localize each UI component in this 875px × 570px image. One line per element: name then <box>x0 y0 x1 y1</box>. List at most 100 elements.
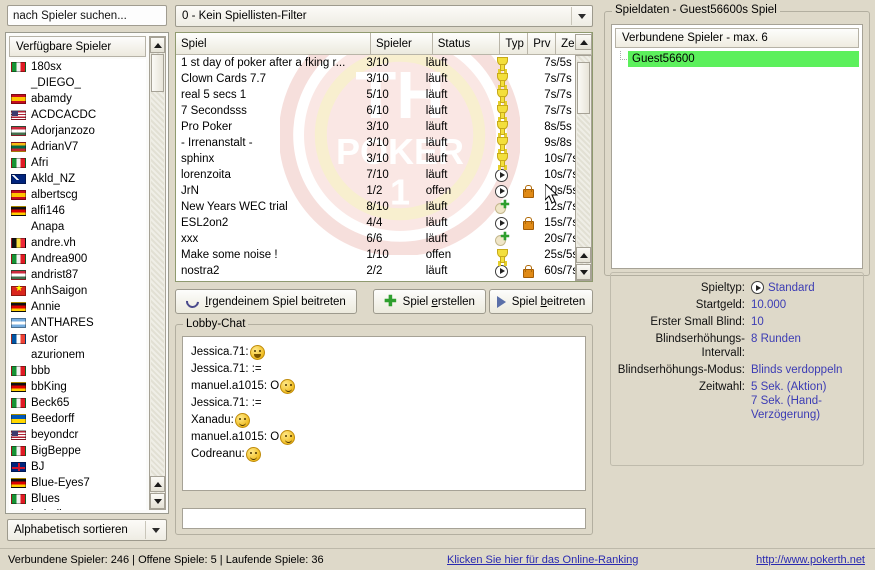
chevron-down-icon[interactable] <box>571 7 591 25</box>
game-data-group: Spieldaten - Guest56600s Spiel Verbunden… <box>604 4 870 276</box>
player-name: bbKing <box>31 381 67 393</box>
game-table-rows[interactable]: 1 st day of poker after a fking r... 3/10… <box>176 55 592 281</box>
game-type-cell <box>488 136 515 151</box>
game-table-row[interactable]: JrN 1/2 offen 10s/5s <box>176 183 592 199</box>
flag-it-icon <box>11 366 26 376</box>
column-header-typ[interactable]: Typ <box>500 33 529 55</box>
search-input[interactable]: nach Spieler suchen... <box>7 5 167 26</box>
game-list-scrollbar[interactable] <box>575 55 592 281</box>
game-status: läuft <box>425 217 448 229</box>
player-list-item[interactable]: azurionem <box>9 347 146 363</box>
column-header-spiel[interactable]: Spiel <box>176 33 371 55</box>
game-type-cell <box>488 264 515 278</box>
connected-player-name[interactable]: Guest56600 <box>628 51 859 67</box>
player-list-item[interactable]: Adorjanzozo <box>9 123 146 139</box>
chevron-down-icon[interactable] <box>145 521 165 539</box>
scroll-down-button[interactable] <box>576 264 591 280</box>
join-game-button[interactable]: Spiel beitreten <box>489 289 593 314</box>
player-list-item[interactable]: Andrea900 <box>9 251 146 267</box>
game-name: 7 Secondsss <box>181 105 247 117</box>
join-any-game-button[interactable]: Irgendeinem Spiel beitreten <box>175 289 357 314</box>
player-name: AdrianV7 <box>31 141 79 153</box>
player-list-item[interactable]: Akld_NZ <box>9 171 146 187</box>
create-game-button[interactable]: ✚ Spiel erstellen <box>373 289 486 314</box>
player-list-item[interactable]: abamdy <box>9 91 146 107</box>
player-list-item[interactable]: Beedorff <box>9 411 146 427</box>
game-name: sphinx <box>181 153 215 165</box>
scrollbar-thumb[interactable] <box>577 62 590 114</box>
player-sort-select[interactable]: Alphabetisch sortieren <box>7 519 167 541</box>
website-link[interactable]: http://www.pokerth.net <box>756 554 865 566</box>
scrollbar-track[interactable] <box>151 37 164 509</box>
player-list-item[interactable]: bbb <box>9 363 146 379</box>
player-list-item[interactable]: Annie <box>9 299 146 315</box>
game-table-row[interactable]: xxx6/6läuft20s/7s <box>176 231 592 247</box>
player-list-item[interactable]: beyondcr <box>9 427 146 443</box>
game-table-row[interactable]: - Irrenanstalt -3/10 läuft 9s/8s <box>176 135 592 151</box>
player-list-item[interactable]: andrist87 <box>9 267 146 283</box>
game-table-row[interactable]: Clown Cards 7.7 3/10 läuft 7s/7s <box>176 71 592 87</box>
game-table-row[interactable]: 1 st day of poker after a fking r... 3/10… <box>176 55 592 71</box>
game-list-scroll-top-button[interactable] <box>575 34 592 50</box>
player-list-item[interactable]: Blues <box>9 491 146 507</box>
available-players-list[interactable]: 180sx _DIEGO_ abamdy ACDCACDC Adorjanzozo Adr… <box>9 59 146 510</box>
game-table-row[interactable]: Make some noise ! 1/10 offen 25s/5s <box>176 247 592 263</box>
player-list-item[interactable]: Beck65 <box>9 395 146 411</box>
player-list-item[interactable]: BJ <box>9 459 146 475</box>
column-header-prv[interactable]: Prv <box>528 33 557 55</box>
scroll-down-button-upper[interactable] <box>150 476 165 492</box>
lobby-chat-group: Lobby-Chat Jessica.71: Jessica.71: := man… <box>175 318 593 535</box>
game-table-row[interactable]: Pro Poker 3/10 läuft 8s/5s <box>176 119 592 135</box>
flag-es-icon <box>11 190 26 200</box>
player-list-item[interactable]: 180sx <box>9 59 146 75</box>
scroll-up-button[interactable] <box>150 37 165 53</box>
game-type-cell <box>488 72 515 87</box>
player-list-item[interactable]: Anapa <box>9 219 146 235</box>
scrollbar-thumb[interactable] <box>151 54 164 92</box>
player-list-item[interactable]: alfi146 <box>9 203 146 219</box>
scroll-up-button[interactable] <box>576 247 591 263</box>
scroll-down-button[interactable] <box>150 493 165 509</box>
player-list-item[interactable]: Afri <box>9 155 146 171</box>
game-table-row[interactable]: real 5 secs 1 5/10 läuft 7s/7s <box>176 87 592 103</box>
player-list-item[interactable]: ACDCACDC <box>9 107 146 123</box>
sitngo-game-icon <box>494 200 510 215</box>
game-table-row[interactable]: ESL2on2 4/4 läuft 15s/7s <box>176 215 592 231</box>
game-type-cell <box>488 184 515 198</box>
game-table-row[interactable]: New Years WEC trial8/10läuft12s/7s <box>176 199 592 215</box>
game-table-row[interactable]: nostra2 2/2 läuft 60s/7s <box>176 263 592 279</box>
flag-be-icon <box>11 238 26 248</box>
player-list-item[interactable]: bobalk <box>9 507 146 510</box>
column-header-spieler[interactable]: Spieler <box>371 33 433 55</box>
game-name: real 5 secs 1 <box>181 89 247 101</box>
chat-message: Xanadu: <box>191 412 577 429</box>
player-list-item[interactable]: andre.vh <box>9 235 146 251</box>
player-list-item[interactable]: Astor <box>9 331 146 347</box>
player-list-item[interactable]: AdrianV7 <box>9 139 146 155</box>
game-table-row[interactable]: sphinx 3/10 läuft 10s/7s <box>176 151 592 167</box>
property-value-cell: Standard <box>751 281 857 295</box>
game-filter-select[interactable]: 0 - Kein Spiellisten-Filter <box>175 5 593 27</box>
game-name: nostra2 <box>181 265 220 277</box>
chat-message-text: Jessica.71: := <box>191 397 262 409</box>
game-table-row[interactable]: lorenzoita 7/10 läuft 10s/7s <box>176 167 592 183</box>
player-list-item[interactable]: BigBeppe <box>9 443 146 459</box>
lobby-chat-title: Lobby-Chat <box>183 318 249 330</box>
lobby-chat-input[interactable] <box>182 508 586 529</box>
player-list-scrollbar[interactable] <box>149 36 166 510</box>
chat-message: Codreanu: <box>191 446 577 463</box>
lobby-chat-log[interactable]: Jessica.71: Jessica.71: := manuel.a1015: … <box>182 336 586 491</box>
player-list-item[interactable]: bbKing <box>9 379 146 395</box>
online-ranking-link[interactable]: Klicken Sie hier für das Online-Ranking <box>447 554 638 566</box>
connected-player-row[interactable]: Guest56600 <box>615 51 859 67</box>
chat-message: Jessica.71: <box>191 344 577 361</box>
game-name: lorenzoita <box>181 169 231 181</box>
player-list-item[interactable]: _DIEGO_ <box>9 75 146 91</box>
player-list-item[interactable]: AnhSaigon <box>9 283 146 299</box>
player-list-item[interactable]: albertscg <box>9 187 146 203</box>
player-list-item[interactable]: ANTHARES <box>9 315 146 331</box>
player-list-item[interactable]: Blue-Eyes7 <box>9 475 146 491</box>
column-header-status[interactable]: Status <box>432 33 501 55</box>
game-table-row[interactable]: 7 Secondsss 6/10 läuft 7s/7s <box>176 103 592 119</box>
game-table-header: Spiel Spieler Status Typ Prv Zeit <box>176 33 592 55</box>
